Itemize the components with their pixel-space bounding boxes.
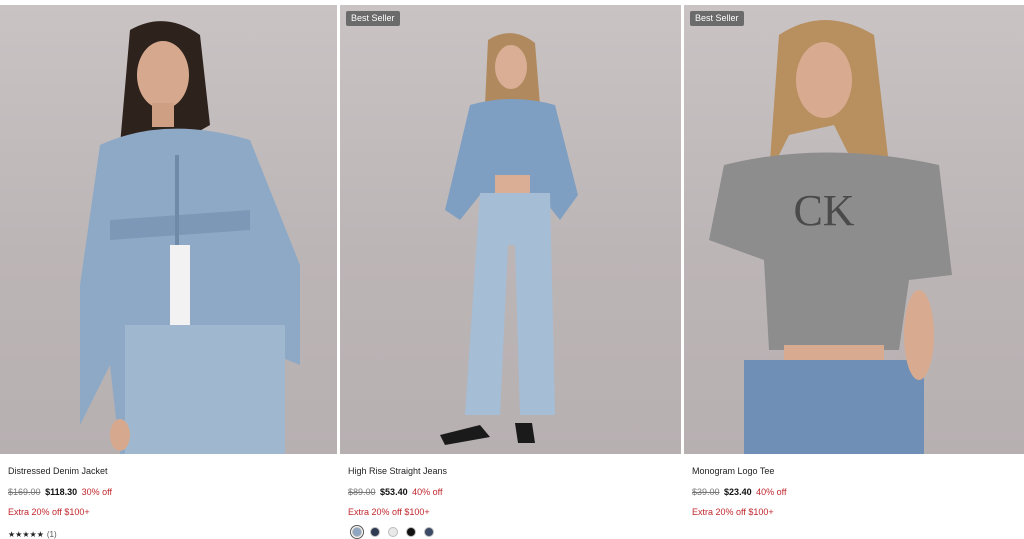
sale-price: $23.40 bbox=[724, 487, 752, 497]
discount-label: 30% off bbox=[81, 487, 112, 497]
color-swatch[interactable] bbox=[424, 527, 434, 537]
model-photo-illustration bbox=[440, 33, 578, 445]
model-photo-illustration: CK bbox=[709, 20, 952, 454]
product-name[interactable]: Distressed Denim Jacket bbox=[8, 466, 108, 476]
promo-text: Extra 20% off $100+ bbox=[692, 507, 774, 517]
product-name[interactable]: Monogram Logo Tee bbox=[692, 466, 774, 476]
color-swatch[interactable] bbox=[370, 527, 380, 537]
best-seller-badge: Best Seller bbox=[346, 11, 400, 26]
rating[interactable]: ★★★★★ (1) bbox=[8, 531, 57, 539]
color-swatch[interactable] bbox=[350, 525, 364, 539]
price-row: $169.00 $118.30 30% off bbox=[8, 487, 112, 497]
discount-label: 40% off bbox=[756, 487, 787, 497]
product-image[interactable] bbox=[0, 5, 337, 454]
price-row: $39.00 $23.40 40% off bbox=[692, 487, 786, 497]
color-swatch[interactable] bbox=[406, 527, 416, 537]
promo-text: Extra 20% off $100+ bbox=[8, 507, 90, 517]
promo-text: Extra 20% off $100+ bbox=[348, 507, 430, 517]
product-card-distressed-denim-jacket[interactable]: Distressed Denim Jacket $169.00 $118.30 … bbox=[0, 0, 337, 539]
model-photo-illustration bbox=[80, 21, 300, 454]
product-name[interactable]: High Rise Straight Jeans bbox=[348, 466, 447, 476]
color-swatch[interactable] bbox=[388, 527, 398, 537]
star-rating-icon: ★★★★★ bbox=[8, 530, 44, 539]
review-count: (1) bbox=[46, 530, 57, 539]
original-price: $39.00 bbox=[692, 487, 720, 497]
product-card-monogram-logo-tee[interactable]: CK Best Seller Monogram Logo Tee $39.00 … bbox=[684, 0, 1024, 539]
product-image[interactable]: CK Best Seller bbox=[684, 5, 1024, 454]
discount-label: 40% off bbox=[412, 487, 443, 497]
svg-text:CK: CK bbox=[793, 186, 854, 235]
price-row: $89.00 $53.40 40% off bbox=[348, 487, 442, 497]
original-price: $169.00 bbox=[8, 487, 41, 497]
product-card-high-rise-straight-jeans[interactable]: Best Seller High Rise Straight Jeans $89… bbox=[340, 0, 681, 539]
original-price: $89.00 bbox=[348, 487, 376, 497]
best-seller-badge: Best Seller bbox=[690, 11, 744, 26]
sale-price: $53.40 bbox=[380, 487, 408, 497]
product-grid: Distressed Denim Jacket $169.00 $118.30 … bbox=[0, 0, 1024, 539]
color-swatches bbox=[350, 525, 434, 539]
sale-price: $118.30 bbox=[45, 487, 78, 497]
product-image[interactable]: Best Seller bbox=[340, 5, 681, 454]
